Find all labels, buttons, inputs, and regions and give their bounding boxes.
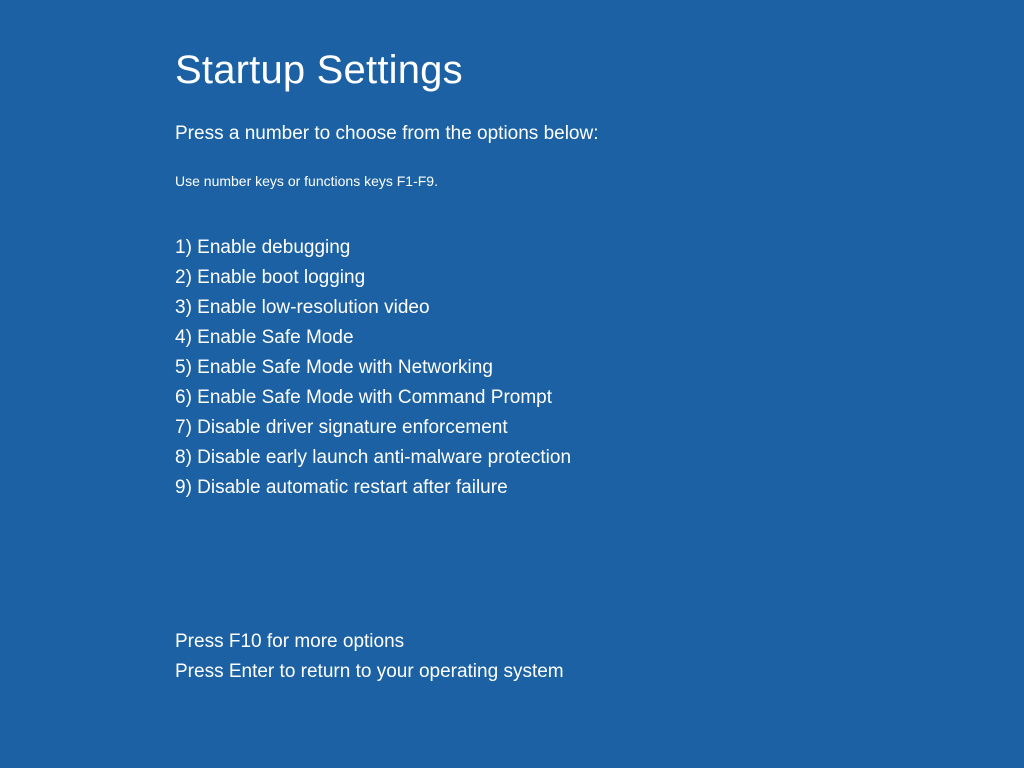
- option-disable-early-launch-anti-malware[interactable]: 8) Disable early launch anti-malware pro…: [175, 443, 1024, 473]
- options-list: 1) Enable debugging 2) Enable boot loggi…: [175, 233, 1024, 503]
- option-enable-debugging[interactable]: 1) Enable debugging: [175, 233, 1024, 263]
- more-options-hint: Press F10 for more options: [175, 627, 1024, 657]
- option-disable-automatic-restart[interactable]: 9) Disable automatic restart after failu…: [175, 473, 1024, 503]
- option-enable-boot-logging[interactable]: 2) Enable boot logging: [175, 263, 1024, 293]
- option-enable-safe-mode-command-prompt[interactable]: 6) Enable Safe Mode with Command Prompt: [175, 383, 1024, 413]
- hint-text: Use number keys or functions keys F1-F9.: [175, 173, 1024, 189]
- option-enable-safe-mode-networking[interactable]: 5) Enable Safe Mode with Networking: [175, 353, 1024, 383]
- footer-instructions: Press F10 for more options Press Enter t…: [175, 627, 1024, 687]
- page-title: Startup Settings: [175, 48, 1024, 93]
- return-hint: Press Enter to return to your operating …: [175, 657, 1024, 687]
- option-enable-low-resolution-video[interactable]: 3) Enable low-resolution video: [175, 293, 1024, 323]
- instruction-text: Press a number to choose from the option…: [175, 123, 1024, 145]
- option-enable-safe-mode[interactable]: 4) Enable Safe Mode: [175, 323, 1024, 353]
- option-disable-driver-signature-enforcement[interactable]: 7) Disable driver signature enforcement: [175, 413, 1024, 443]
- startup-settings-screen: Startup Settings Press a number to choos…: [0, 0, 1024, 687]
